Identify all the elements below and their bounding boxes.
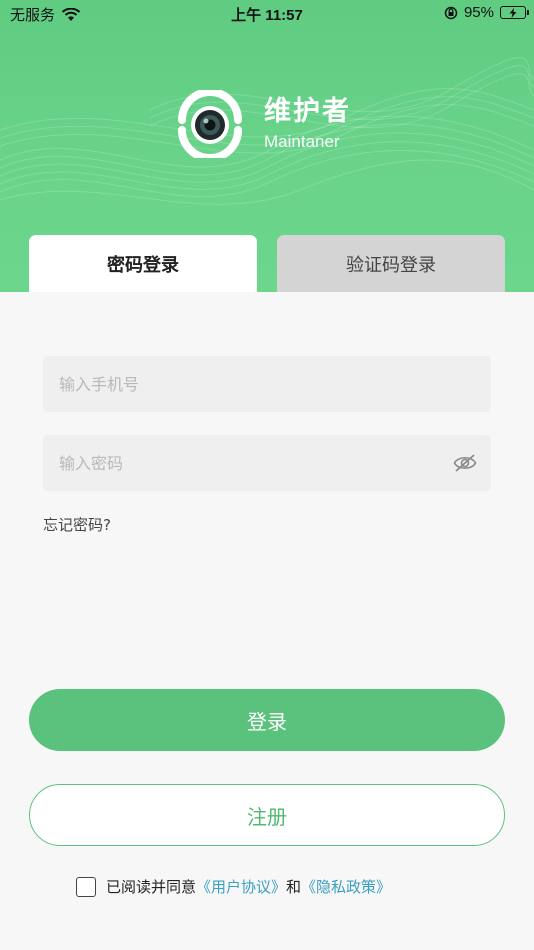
- agreement-row: 已阅读并同意 《用户协议》 和 《隐私政策》: [76, 876, 391, 897]
- status-bar: 无服务 上午 11:57 95%: [0, 0, 534, 28]
- password-field: [43, 435, 491, 491]
- password-input[interactable]: [59, 453, 419, 473]
- rotation-lock-icon: [444, 6, 458, 19]
- tab-code-login[interactable]: 验证码登录: [277, 235, 505, 292]
- privacy-policy-link[interactable]: 《隐私政策》: [301, 876, 391, 897]
- agreement-and: 和: [286, 878, 302, 896]
- brand: 维护者 Maintaner: [176, 88, 351, 162]
- forgot-password-link[interactable]: 忘记密码?: [43, 514, 111, 535]
- user-agreement-link[interactable]: 《用户协议》: [196, 876, 286, 897]
- app-title: 维护者: [264, 96, 351, 127]
- login-button-label: 登录: [247, 709, 287, 734]
- login-button[interactable]: 登录: [29, 689, 505, 751]
- app-subtitle: Maintaner: [264, 132, 340, 151]
- camera-lens-logo: [176, 88, 244, 162]
- phone-field: [43, 356, 491, 412]
- agreement-checkbox[interactable]: [76, 876, 96, 897]
- agreement-prefix: 已阅读并同意: [106, 878, 197, 896]
- tab-password-login[interactable]: 密码登录: [29, 235, 257, 292]
- phone-input[interactable]: [59, 374, 419, 394]
- header-banner: 无服务 上午 11:57 95% 维护者 Maintaner 密码登录 验证码登…: [0, 0, 534, 292]
- eye-hidden-icon[interactable]: [453, 451, 477, 475]
- register-button[interactable]: 注册: [29, 784, 505, 846]
- register-button-label: 注册: [247, 804, 287, 829]
- tab-code-login-label: 验证码登录: [346, 254, 436, 276]
- battery-percent: 95%: [463, 4, 494, 21]
- battery-charging-icon: [500, 6, 529, 19]
- tab-password-login-label: 密码登录: [107, 254, 179, 276]
